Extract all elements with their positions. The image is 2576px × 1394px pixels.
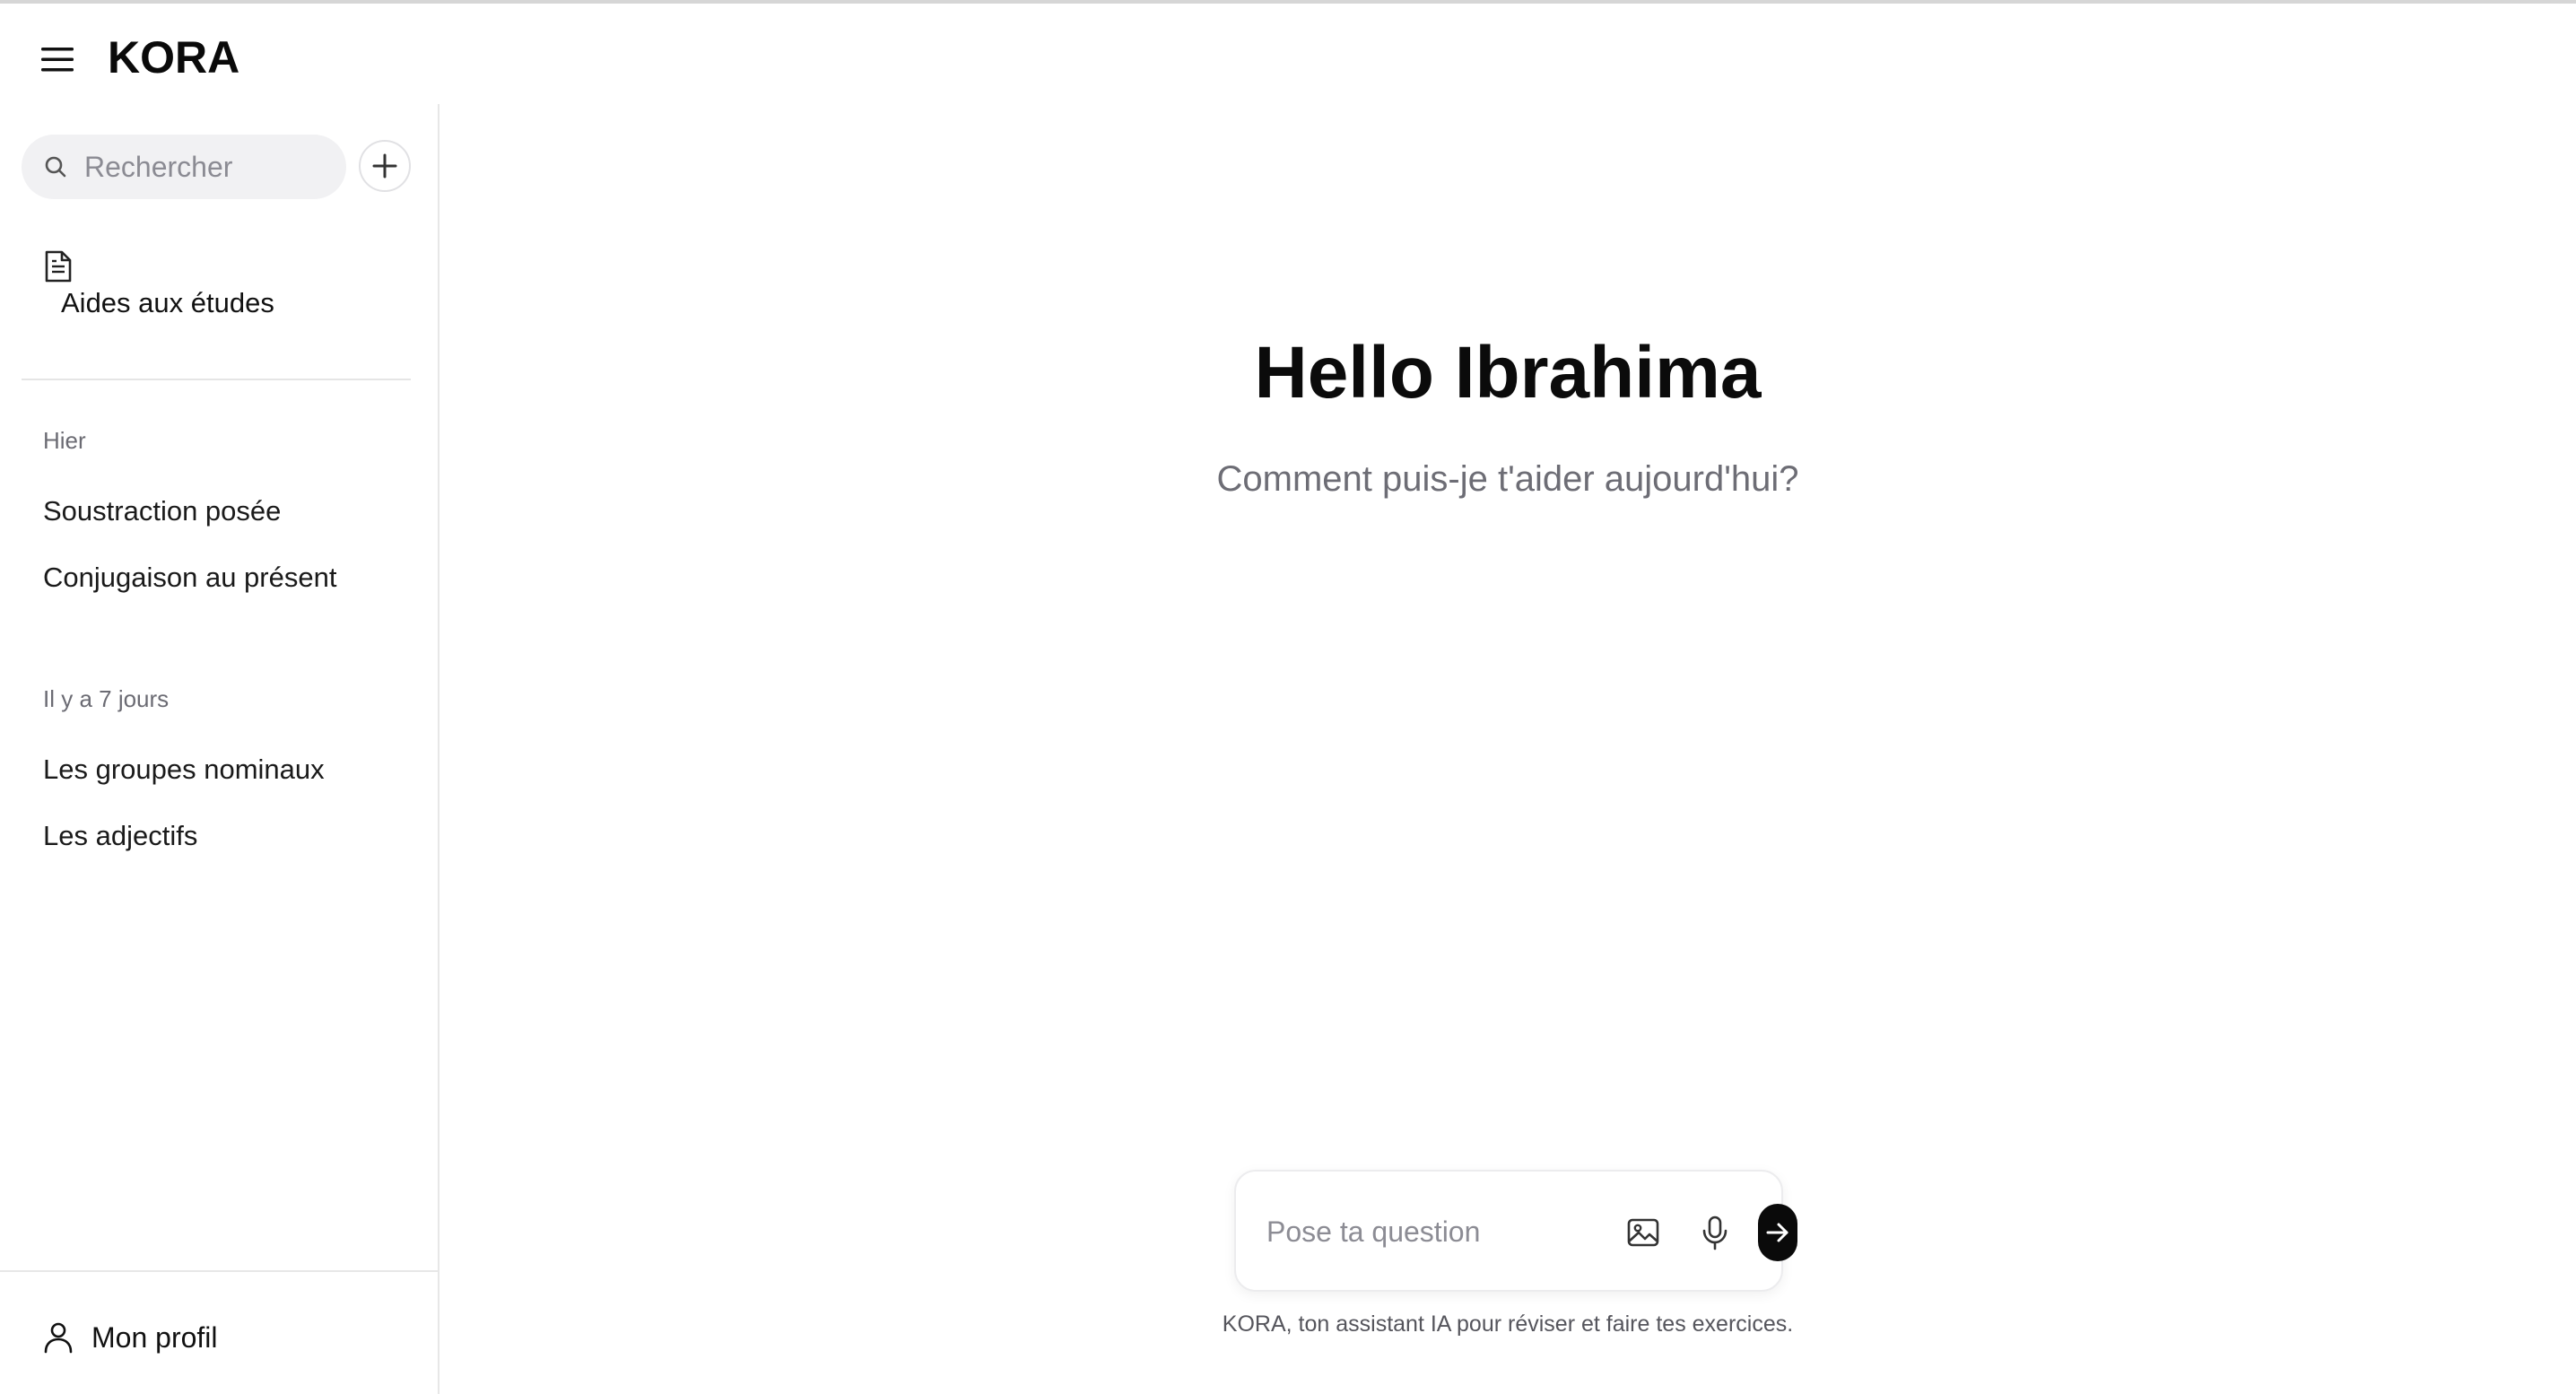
hamburger-menu-icon[interactable] — [36, 38, 79, 81]
study-aids-item[interactable]: Aides aux études — [43, 249, 420, 330]
sidebar-divider — [22, 379, 411, 380]
conversation-item[interactable]: Les groupes nominaux — [43, 754, 325, 786]
profile-label: Mon profil — [91, 1320, 218, 1354]
microphone-icon — [1702, 1215, 1727, 1250]
send-button[interactable] — [1758, 1204, 1797, 1261]
conversation-item[interactable]: Les adjectifs — [43, 820, 197, 852]
search-icon — [45, 156, 66, 178]
section-title-last-week: Il y a 7 jours — [43, 685, 170, 712]
app-header: KORA — [0, 4, 2576, 104]
section-title-yesterday: Hier — [43, 427, 86, 454]
app-logo: KORA — [108, 32, 240, 83]
question-input[interactable] — [1265, 1209, 1588, 1254]
question-composer — [1234, 1170, 1797, 1292]
user-icon — [44, 1322, 73, 1354]
study-aids-label: Aides aux études — [61, 287, 274, 318]
microphone-button[interactable] — [1692, 1209, 1738, 1256]
greeting-heading: Hello Ibrahima — [1254, 332, 1762, 414]
sidebar: Aides aux études Hier Soustraction posée… — [0, 104, 439, 1394]
profile-button[interactable]: Mon profil — [43, 1315, 218, 1360]
sidebar-bottom-divider — [0, 1270, 439, 1272]
search-box[interactable] — [22, 135, 346, 199]
conversation-item[interactable]: Conjugaison au présent — [43, 562, 336, 594]
attach-image-button[interactable] — [1620, 1209, 1667, 1256]
image-icon — [1627, 1218, 1659, 1247]
plus-icon — [372, 153, 397, 179]
new-chat-button[interactable] — [359, 140, 411, 192]
footer-disclaimer: KORA, ton assistant IA pour réviser et f… — [1222, 1311, 1794, 1337]
arrow-right-icon — [1766, 1223, 1788, 1242]
conversation-item[interactable]: Soustraction posée — [43, 495, 281, 527]
document-icon — [45, 250, 72, 283]
greeting-subtitle: Comment puis-je t'aider aujourd'hui? — [1216, 459, 1799, 499]
search-input[interactable] — [83, 149, 334, 185]
